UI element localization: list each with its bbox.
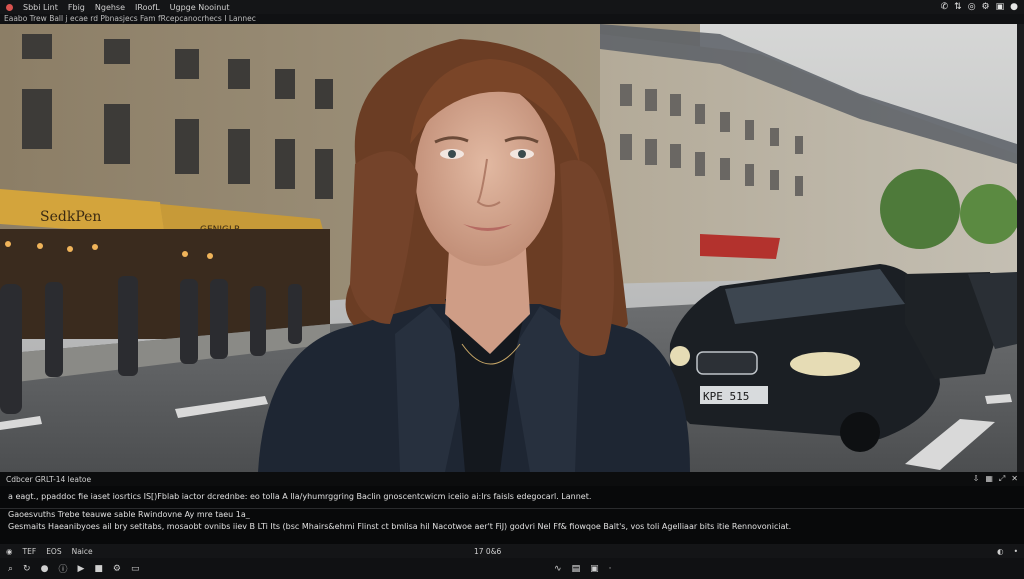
path-bar: Eaabo Trew Ball j ecae rd Pbnasjecs Fam … — [0, 14, 1024, 24]
network-icon[interactable]: ⇅ — [954, 2, 962, 12]
window-icon[interactable]: ▭ — [131, 564, 140, 574]
bell-icon[interactable]: ✆ — [941, 2, 949, 12]
play-icon[interactable]: ▶ — [77, 564, 84, 574]
app-logo-icon — [6, 3, 13, 11]
frame-counter: 17 0&6 — [474, 546, 502, 556]
status-record-icon[interactable]: ◉ — [6, 547, 13, 556]
image-icon[interactable]: ▣ — [590, 564, 599, 574]
menu-item-1[interactable]: Sbbi Lint — [23, 3, 58, 12]
refresh-icon[interactable]: ↻ — [23, 564, 31, 574]
menu-item-3[interactable]: Ngehse — [95, 3, 125, 12]
iris-right — [518, 150, 526, 158]
output-panel: a eagt., ppaddoc fie iaset iosrtics IS[)… — [0, 486, 1024, 544]
tree — [880, 169, 960, 249]
status-circle-icon[interactable]: ◐ — [997, 547, 1004, 556]
image-viewer[interactable]: SedkPen GENIGLR — [0, 24, 1017, 472]
shop-sign-left: SedkPen — [40, 209, 101, 225]
stop-icon[interactable]: ■ — [94, 564, 103, 574]
menu-item-4[interactable]: IRoofL — [135, 3, 160, 12]
red-awning — [700, 234, 780, 259]
license-plate: KPE 515 — [703, 390, 749, 403]
viewer-canvas: SedkPen GENIGLR — [0, 24, 1017, 472]
gear-icon[interactable]: ⚙ — [982, 2, 990, 12]
output-line-2: Gaoesvuths Trebe teauwe sable Rwindovne … — [8, 510, 250, 519]
output-line-1: a eagt., ppaddoc fie iaset iosrtics IS[)… — [8, 492, 592, 501]
settings-icon[interactable]: ⚙ — [113, 564, 121, 574]
zoom-icon[interactable]: ⌕ — [8, 564, 13, 574]
status-label-3: Naice — [71, 546, 93, 556]
output-line-3: Gesmaits Haeanibyoes ail bry setitabs, m… — [8, 522, 792, 531]
car: KPE 515 — [669, 264, 940, 452]
viewer-right-edge — [1017, 24, 1024, 472]
screen-icon[interactable]: ▣ — [996, 2, 1005, 12]
output-title: Cdbcer GRLT-14 leatoe — [6, 474, 92, 484]
menu-bar: Sbbi Lint Fbig Ngehse IRoofL Ugpge Nooin… — [0, 0, 1024, 14]
grid-icon[interactable]: ▦ — [985, 474, 993, 484]
menu-item-5[interactable]: Ugpge Nooinut — [170, 3, 230, 12]
curve-icon[interactable]: ∿ — [554, 564, 562, 574]
record-icon[interactable]: ● — [41, 564, 49, 574]
status-label-2: EOS — [46, 546, 62, 556]
close-icon[interactable]: ✕ — [1011, 474, 1018, 484]
output-separator — [0, 508, 1024, 509]
user-icon[interactable]: ● — [1010, 2, 1018, 12]
output-header: Cdbcer GRLT-14 leatoe ⇩ ▦ ⤢ ✕ — [0, 472, 1024, 486]
expand-icon[interactable]: ⤢ — [999, 474, 1005, 484]
status-label-1: TEF — [22, 546, 37, 556]
bottom-toolbar: ⌕ ↻ ● ⓘ ▶ ■ ⚙ ▭ ∿ ▤ ▣ · — [0, 558, 1024, 579]
panel-icon[interactable]: ▤ — [572, 564, 581, 574]
iris-left — [448, 150, 456, 158]
menu-item-2[interactable]: Fbig — [68, 3, 85, 12]
info-icon[interactable]: ⓘ — [58, 562, 67, 575]
headphone-icon[interactable]: ◎ — [968, 2, 976, 12]
status-bar: ◉ TEF EOS Naice 17 0&6 ◐ • — [0, 544, 1024, 558]
dot-icon[interactable]: · — [609, 564, 612, 574]
system-tray: ✆ ⇅ ◎ ⚙ ▣ ● — [941, 2, 1018, 12]
download-icon[interactable]: ⇩ — [973, 474, 980, 484]
output-header-icons: ⇩ ▦ ⤢ ✕ — [973, 474, 1018, 484]
status-dot-icon[interactable]: • — [1014, 547, 1018, 556]
